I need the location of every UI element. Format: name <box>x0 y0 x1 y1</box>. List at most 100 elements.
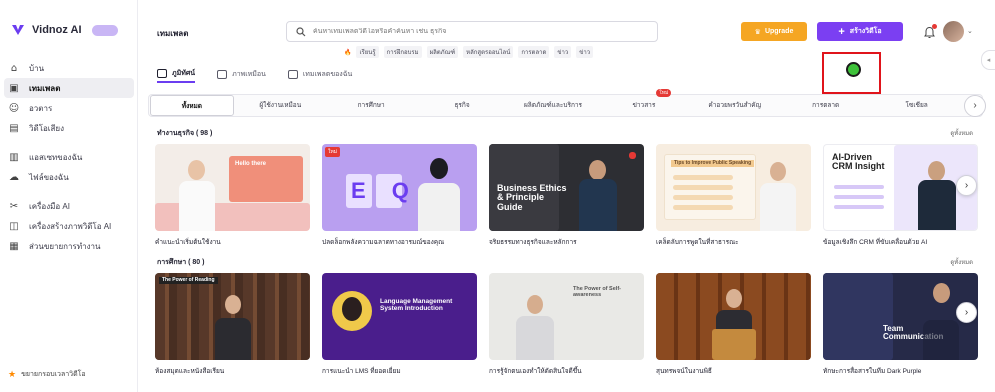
page-title: เทมเพลต <box>157 29 189 38</box>
sidebar-item[interactable]: ▣ เทมเพลต <box>4 78 134 98</box>
nav-divider <box>0 138 138 147</box>
sidebar-item-label: เทมเพลต <box>29 83 61 93</box>
chevron-down-icon[interactable]: ⌄ <box>967 27 973 35</box>
hot-tag[interactable]: หลักสูตรออนไลน์ <box>463 46 514 58</box>
category-tab[interactable]: ธุรกิจ <box>417 95 508 116</box>
brand[interactable]: Vidnoz AI <box>10 22 118 38</box>
template-card[interactable]: AI-Driven CRM Insight ข้อมูลเชิงลึก CRM … <box>823 144 978 247</box>
slide-heading: The Power of Reading <box>159 277 218 285</box>
scroll-right-button[interactable]: › <box>956 302 977 323</box>
template-card[interactable]: Team Communication ทักษะการสื่อสารในทีม … <box>823 273 978 376</box>
orientation-tab[interactable]: เทมเพลตของฉัน <box>287 65 353 83</box>
template-card[interactable]: Business Ethics & Principle Guide จริยธร… <box>489 144 644 247</box>
hot-tag[interactable]: ผลิตภัณฑ์ <box>426 46 459 58</box>
template-thumbnail: Language Management System Introduction <box>322 273 477 360</box>
tools-icon: ✂ <box>9 200 19 212</box>
template-thumbnail: The Power of Reading <box>155 273 310 360</box>
sidebar-item[interactable]: ☺ อวตาร <box>0 98 138 118</box>
sidebar-item-label: ไฟล์ของฉัน <box>29 172 69 182</box>
see-all-link[interactable]: ดูทั้งหมด <box>950 128 973 138</box>
template-card[interactable]: สุนทรพจน์ในงานพิธี <box>656 273 811 376</box>
category-tab-label: ผลิตภัณฑ์และบริการ <box>523 102 583 109</box>
template-card[interactable]: The Power of Reading ห้องสมุดและหนังสือเ… <box>155 273 310 376</box>
sidebar-footer[interactable]: ★ ขยายกรอบเวลาวิดีโอ <box>8 369 86 380</box>
frame-icon <box>157 68 167 78</box>
fire-icon: 🔥 <box>344 48 352 56</box>
hot-tag[interactable]: ข่าว <box>554 46 572 58</box>
slide-heading: AI-Driven CRM Insight <box>832 152 885 172</box>
status-dot-icon <box>846 62 861 77</box>
voice-icon: ▤ <box>9 122 19 134</box>
create-video-button[interactable]: + สร้างวิดีโอ <box>817 22 903 41</box>
upgrade-button[interactable]: ♛ Upgrade <box>741 22 807 41</box>
category-tab-label: โซเชียล <box>905 102 928 109</box>
new-badge: ใหม่ <box>656 89 672 97</box>
sidebar-item[interactable]: ⌂ บ้าน <box>0 58 138 78</box>
category-tab[interactable]: ข่าวสาร ใหม่ <box>598 89 689 116</box>
scroll-right-button[interactable]: › <box>956 175 977 196</box>
category-tab[interactable]: การศึกษา <box>326 95 417 116</box>
template-thumbnail: Tips to Improve Public Speaking <box>656 144 811 231</box>
card-row: Hello there คำแนะนำเริ่มต้นใช้งาน ใหม่ E… <box>155 144 978 247</box>
card-title: เคล็ดลับการพูดในที่สาธารณะ <box>656 239 739 246</box>
hot-tag[interactable]: การตลาด <box>518 46 550 58</box>
category-tab[interactable]: ทั้งหมด <box>150 95 234 116</box>
template-card[interactable]: The Power of Self-awareness การรู้จักตนเ… <box>489 273 644 376</box>
template-icon: ▣ <box>9 82 19 94</box>
search-input[interactable] <box>313 28 613 35</box>
section-title: ทำงานธุรกิจ ( 98 ) <box>157 130 213 137</box>
hot-tag[interactable]: ข่าว <box>576 46 594 58</box>
hot-tag[interactable]: เรียนรู้ <box>356 46 379 58</box>
template-card[interactable]: Tips to Improve Public Speaking เคล็ดลับ… <box>656 144 811 247</box>
category-tab-label: การศึกษา <box>357 102 385 109</box>
sidebar-item-label: วิดีโอเสียง <box>29 123 64 133</box>
card-row: The Power of Reading ห้องสมุดและหนังสือเ… <box>155 273 978 376</box>
template-thumbnail: Business Ethics & Principle Guide <box>489 144 644 231</box>
search-box[interactable] <box>286 21 658 42</box>
category-next-button[interactable]: › <box>964 94 987 117</box>
hot-tag[interactable]: การฝึกอบรม <box>383 46 422 58</box>
category-tab-label: ผู้ใช้งานเหมือน <box>259 102 302 109</box>
sidebar-item[interactable]: ▥ แอสเซทของฉัน <box>0 147 138 167</box>
side-panel-handle[interactable]: ◂ <box>981 50 995 70</box>
see-all-link[interactable]: ดูทั้งหมด <box>950 257 973 267</box>
frame-icon <box>287 69 298 79</box>
template-card[interactable]: ใหม่ E Q ปลดล็อกพลังความฉลาดทางอารมณ์ของ… <box>322 144 477 247</box>
user-avatar[interactable] <box>943 21 964 42</box>
slide-heading: Business Ethics & Principle Guide <box>497 183 567 212</box>
orientation-tab-label: เทมเพลตของฉัน <box>302 70 353 78</box>
sidebar-item-label: แอสเซทของฉัน <box>29 152 83 162</box>
upgrade-label: Upgrade <box>764 28 794 35</box>
template-thumbnail: Hello there <box>155 144 310 231</box>
slide-heading: Hello there <box>235 161 267 167</box>
slide-heading: Tips to Improve Public Speaking <box>671 160 755 168</box>
category-tab[interactable]: การตลาด <box>780 95 871 116</box>
category-tab-label: คำอวยพรวันสำคัญ <box>708 102 762 109</box>
template-thumbnail: AI-Driven CRM Insight <box>823 144 978 231</box>
sidebar-item[interactable]: ✂ เครื่องมือ AI <box>0 196 138 216</box>
orientation-tab-label: ภูมิทัศน์ <box>172 69 196 77</box>
sidebar-item[interactable]: ▦ ส่วนขยายการทำงาน <box>0 236 138 256</box>
category-tab[interactable]: ผลิตภัณฑ์และบริการ <box>508 95 599 116</box>
search-icon <box>296 26 306 36</box>
sidebar-item[interactable]: ◫ เครื่องสร้างภาพวิดีโอ AI <box>0 216 138 236</box>
category-tab[interactable]: ผู้ใช้งานเหมือน <box>235 95 326 116</box>
card-title: การรู้จักตนเองทำให้ตัดสินใจดีขึ้น <box>489 368 582 375</box>
crown-icon: ♛ <box>754 27 761 36</box>
orientation-tab[interactable]: ภาพเหมือน <box>217 65 266 83</box>
notification-button[interactable] <box>919 22 939 42</box>
category-tab-label: ข่าวสาร <box>632 102 656 109</box>
hot-tags: 🔥 เรียนรู้ การฝึกอบรม ผลิตภัณฑ์ หลักสูตรออน… <box>344 46 594 58</box>
template-card[interactable]: Language Management System Introduction … <box>322 273 477 376</box>
card-title: ปลดล็อกพลังความฉลาดทางอารมณ์ของคุณ <box>322 239 445 246</box>
orientation-tab[interactable]: ภูมิทัศน์ <box>157 65 196 83</box>
section-title: การศึกษา ( 80 ) <box>157 259 205 266</box>
home-icon: ⌂ <box>10 62 18 74</box>
template-card[interactable]: Hello there คำแนะนำเริ่มต้นใช้งาน <box>155 144 310 247</box>
card-title: ห้องสมุดและหนังสือเรียน <box>155 368 225 375</box>
category-tab[interactable]: โซเชียล <box>871 95 962 116</box>
sidebar-item[interactable]: ☁ ไฟล์ของฉัน <box>0 167 138 187</box>
extension-icon: ▦ <box>9 240 19 252</box>
sidebar-item[interactable]: ▤ วิดีโอเสียง <box>0 118 138 138</box>
category-tab[interactable]: คำอวยพรวันสำคัญ <box>689 95 780 116</box>
